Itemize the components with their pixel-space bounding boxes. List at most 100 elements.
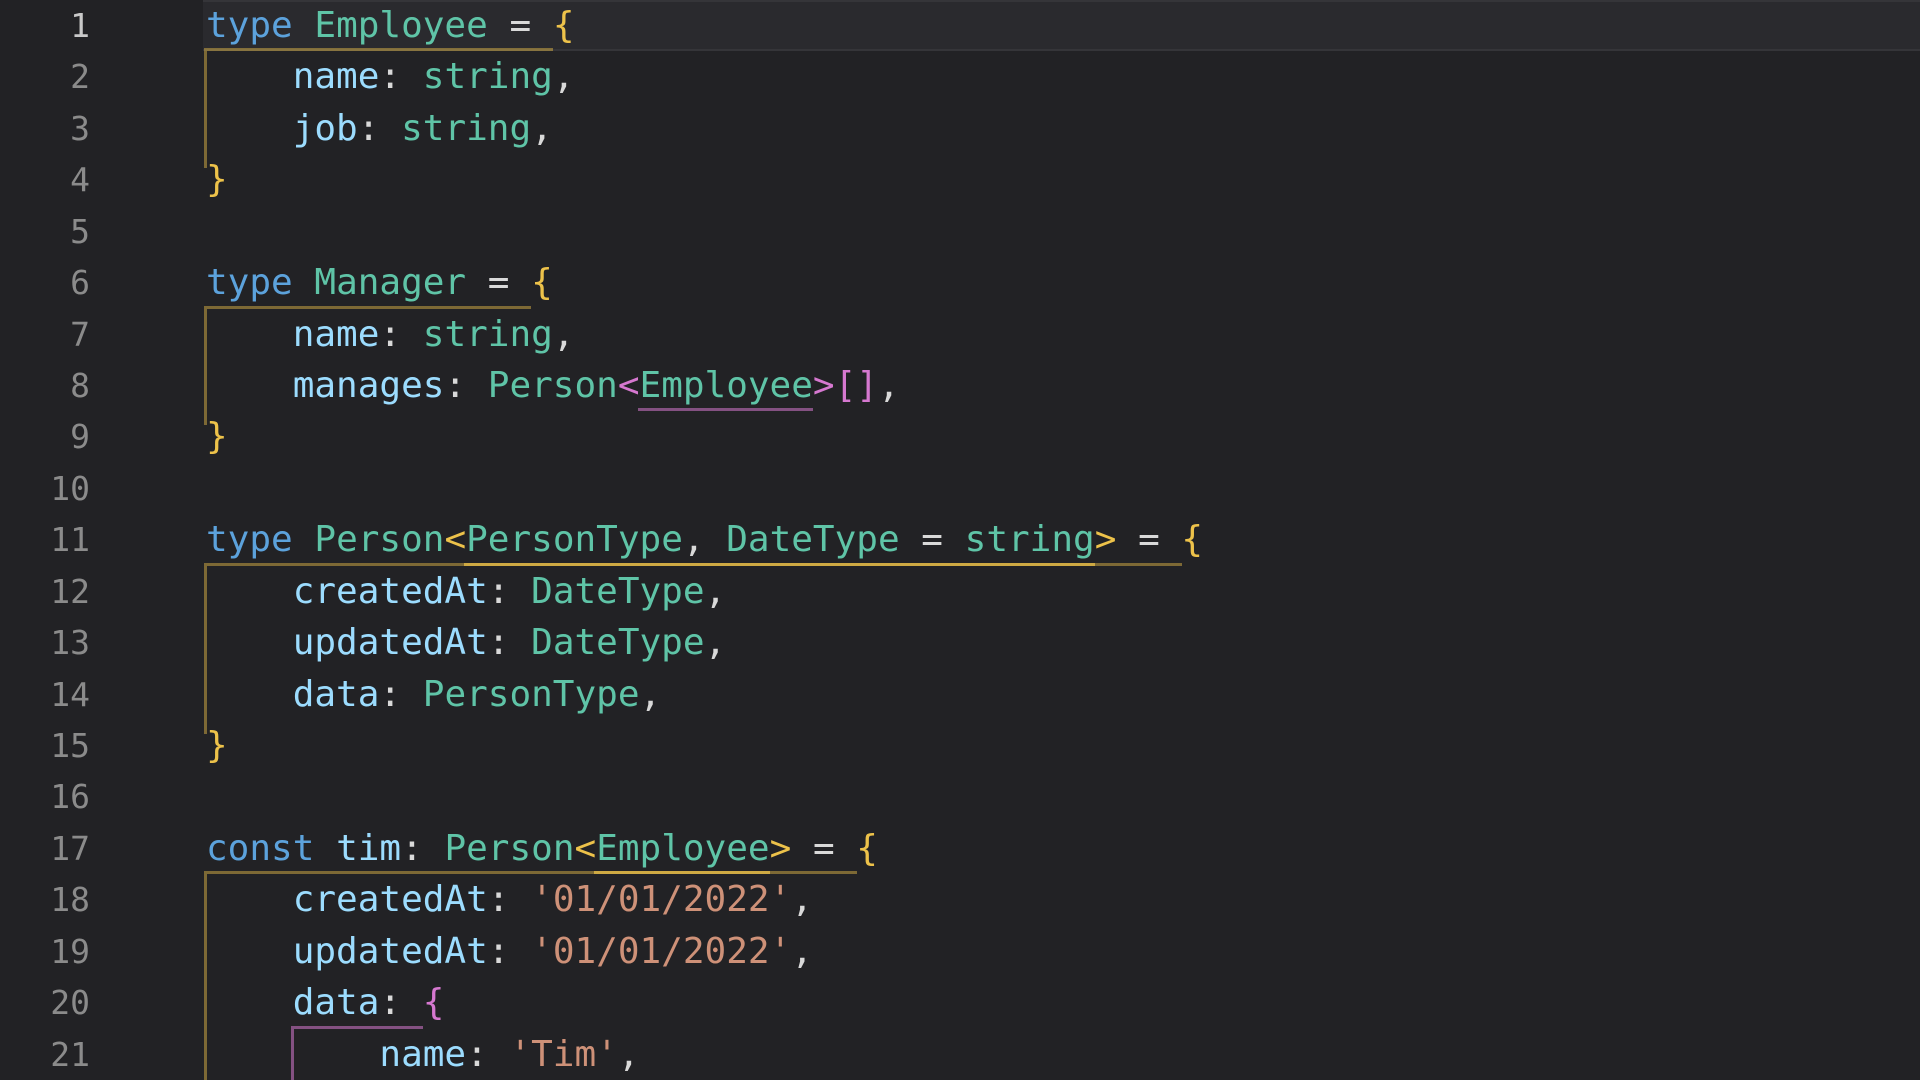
code-token [206,365,293,406]
code-token: PersonType [423,674,640,715]
code-token: : [444,365,487,406]
code-text: } [206,411,228,462]
code-token: , [878,365,900,406]
code-text: data: PersonType, [206,669,661,720]
code-line[interactable]: 19 updatedAt: '01/01/2022', [0,926,1920,977]
code-line[interactable]: 2 name: string, [0,51,1920,102]
line-number[interactable]: 16 [0,771,90,822]
line-number[interactable]: 21 [0,1029,90,1080]
code-token: data [293,674,380,715]
code-token: < [575,828,597,869]
code-line[interactable]: 11type Person<PersonType, DateType = str… [0,514,1920,565]
code-token: , [640,674,662,715]
code-token: string [423,314,553,355]
code-editor[interactable]: 1type Employee = {2 name: string,3 job: … [0,0,1920,1080]
line-number[interactable]: 2 [0,51,90,102]
code-line[interactable]: 20 data: { [0,977,1920,1028]
code-token: updatedAt [293,622,488,663]
line-number[interactable]: 17 [0,823,90,874]
code-token: : [466,1034,509,1075]
code-line[interactable]: 5 [0,206,1920,257]
code-token [206,314,293,355]
line-number[interactable]: 8 [0,360,90,411]
code-token: [] [835,365,878,406]
line-number[interactable]: 15 [0,720,90,771]
code-token [314,828,336,869]
code-token: , [705,622,727,663]
code-token: DateType [531,571,704,612]
line-number[interactable]: 9 [0,411,90,462]
code-line[interactable]: 15} [0,720,1920,771]
line-number[interactable]: 5 [0,206,90,257]
code-token: '01/01/2022' [531,931,791,972]
line-number[interactable]: 3 [0,103,90,154]
code-token [206,931,293,972]
code-line[interactable]: 1type Employee = { [0,0,1920,51]
code-token [293,519,315,560]
code-text: createdAt: '01/01/2022', [206,874,813,925]
code-line[interactable]: 8 manages: Person<Employee>[], [0,360,1920,411]
code-line[interactable]: 4} [0,154,1920,205]
code-token: 'Tim' [509,1034,617,1075]
code-token: < [444,519,466,560]
line-number[interactable]: 13 [0,617,90,668]
line-number[interactable]: 14 [0,669,90,720]
code-token: : [379,314,422,355]
code-token [206,108,293,149]
code-line[interactable]: 10 [0,463,1920,514]
code-text: data: { [206,977,444,1028]
code-token: { [1181,519,1203,560]
code-token: : [379,56,422,97]
code-token: name [379,1034,466,1075]
line-number[interactable]: 12 [0,566,90,617]
code-token [206,674,293,715]
code-line[interactable]: 3 job: string, [0,103,1920,154]
code-line[interactable]: 21 name: 'Tim', [0,1029,1920,1080]
code-text: name: string, [206,51,575,102]
code-token: > [813,365,835,406]
code-token: , [791,879,813,920]
code-text: const tim: Person<Employee> = { [206,823,878,874]
code-token [206,622,293,663]
code-token: type [206,262,293,303]
code-line[interactable]: 13 updatedAt: DateType, [0,617,1920,668]
line-number[interactable]: 1 [0,0,90,51]
code-line[interactable]: 12 createdAt: DateType, [0,566,1920,617]
line-number[interactable]: 7 [0,309,90,360]
code-line[interactable]: 17 const tim: Person<Employee> = { [0,823,1920,874]
code-token: createdAt [293,571,488,612]
code-token: : [488,879,531,920]
code-text: name: 'Tim', [206,1029,640,1080]
code-line[interactable]: 14 data: PersonType, [0,669,1920,720]
code-token [206,571,293,612]
code-line[interactable]: 6type Manager = { [0,257,1920,308]
code-token: Employee [640,365,813,406]
line-number[interactable]: 10 [0,463,90,514]
line-number[interactable]: 19 [0,926,90,977]
code-token: const [206,828,314,869]
code-token: = [791,828,856,869]
code-token: type [206,519,293,560]
code-line[interactable]: 7 name: string, [0,309,1920,360]
code-line[interactable]: 18 createdAt: '01/01/2022', [0,874,1920,925]
code-token: name [293,56,380,97]
code-token: updatedAt [293,931,488,972]
line-number[interactable]: 11 [0,514,90,565]
code-token: : [488,571,531,612]
code-token: string [401,108,531,149]
code-token: } [206,416,228,457]
code-line[interactable]: 16 [0,771,1920,822]
line-number[interactable]: 4 [0,154,90,205]
line-number[interactable]: 20 [0,977,90,1028]
code-token: = [900,519,965,560]
code-text: manages: Person<Employee>[], [206,360,900,411]
code-token: = [1116,519,1181,560]
code-token: , [683,519,726,560]
code-token [206,982,293,1023]
line-number[interactable]: 18 [0,874,90,925]
line-number[interactable]: 6 [0,257,90,308]
code-text: createdAt: DateType, [206,566,726,617]
code-token: PersonType [466,519,683,560]
code-line[interactable]: 9} [0,411,1920,462]
code-token: name [293,314,380,355]
